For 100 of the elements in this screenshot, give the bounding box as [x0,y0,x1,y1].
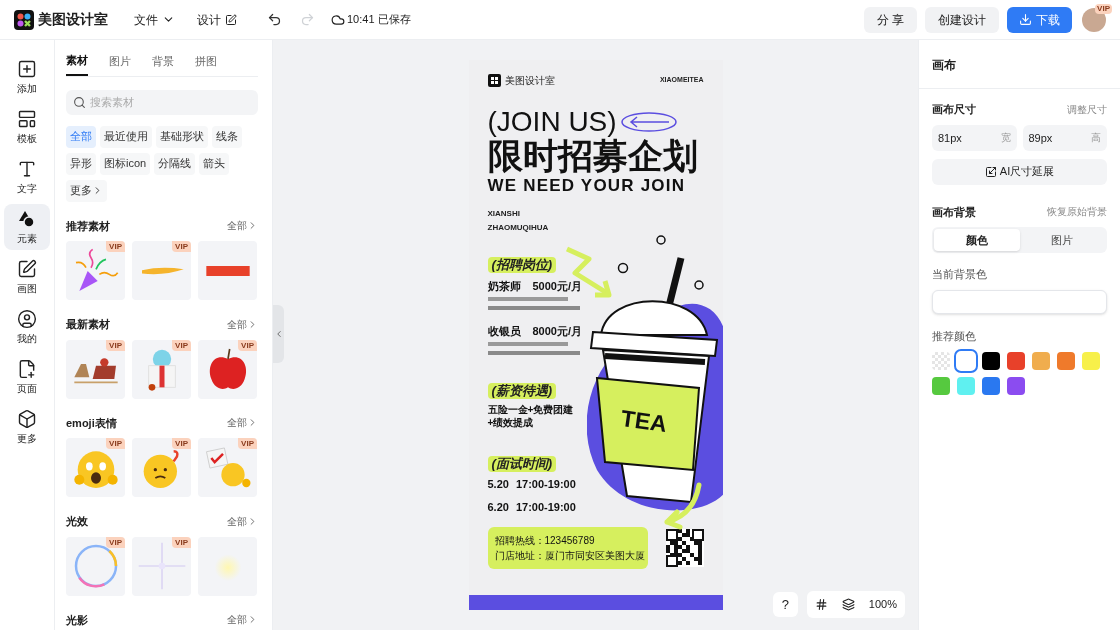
grid-icon[interactable] [814,598,828,611]
rail-item[interactable]: 页面 [4,354,50,400]
panel-tab[interactable]: 拼图 [195,52,217,76]
sticker-thumbnail[interactable]: VIP [198,438,257,497]
color-swatch[interactable] [957,352,975,370]
job-title: 收银员 [487,324,521,338]
logo-icon [487,74,501,87]
benefit-text: +绩效提成 [487,416,534,429]
color-swatch[interactable] [1057,352,1075,370]
see-all-link[interactable]: 全部 [227,415,258,431]
rail-item[interactable]: 元素 [4,204,50,250]
filter-chip[interactable]: 分隔线 [154,152,196,175]
rail-item[interactable]: 模板 [4,104,50,150]
poster-brand: 美图设计室 [504,74,555,88]
vip-badge: VIP [172,241,191,252]
panel-tab[interactable]: 素材 [66,52,88,76]
download-button[interactable]: 下载 [1007,6,1072,33]
brush-stroke-drawing [141,267,184,274]
panel-tab[interactable]: 背景 [152,52,174,76]
user-icon [17,308,37,329]
color-swatch[interactable] [982,377,1000,395]
template-icon [17,108,37,129]
vip-badge: VIP [106,241,125,252]
sticker-thumbnail[interactable]: VIP [66,339,125,399]
sticker-thumbnail[interactable]: VIP [132,241,191,300]
sticker-thumbnail[interactable]: VIP [132,339,191,399]
vip-badge: VIP [1095,3,1112,14]
unit-label: 宽 [1000,130,1011,145]
filter-chip[interactable]: 图标icon [100,152,151,175]
color-swatch[interactable] [932,377,950,395]
rail-item[interactable]: 画图 [4,254,50,300]
color-field[interactable] [932,289,1107,314]
menu-button[interactable]: 设计 [197,10,237,29]
transparent-swatch[interactable] [932,352,950,370]
add-icon [17,58,37,79]
poster-subtitle: WE NEED YOUR JOIN [487,175,687,197]
see-all-link[interactable]: 全部 [227,612,258,628]
resize-link[interactable]: 调整尺寸 [1067,101,1107,117]
vip-badge: VIP [106,536,125,548]
sticker-thumbnail[interactable]: VIP [198,339,257,399]
layers-icon[interactable] [841,598,855,611]
share-button[interactable]: 分 享 [863,6,917,33]
interview-time: 17:00-19:00 [515,500,576,514]
color-swatch[interactable] [1007,377,1025,395]
filter-chip[interactable]: 最近使用 [100,125,152,148]
unit-label: 高 [1091,130,1101,145]
filter-chip[interactable]: 箭头 [199,152,230,175]
page-add-icon [17,358,37,379]
undo-button[interactable] [267,12,282,27]
section-title: 推荐素材 [66,218,110,234]
create-design-button[interactable]: 创建设计 [925,6,999,33]
segment-tab[interactable]: 图片 [1019,229,1105,251]
sticker-thumbnail[interactable] [198,536,257,596]
color-swatch[interactable] [1082,352,1100,370]
rail-item[interactable]: 更多 [4,404,50,450]
collapse-handle[interactable] [273,305,284,363]
vip-badge: VIP [238,339,257,351]
app-logo-icon [14,9,34,30]
see-all-link[interactable]: 全部 [227,218,258,234]
menu-button[interactable]: 文件 [134,10,175,29]
sticker-thumbnail[interactable]: VIP [66,536,125,596]
search-icon [73,95,86,109]
sticker-thumbnail[interactable]: VIP [132,438,191,497]
rail-item[interactable]: 添加 [4,54,50,100]
color-swatch[interactable] [1032,352,1050,370]
rail-item[interactable]: 我的 [4,304,50,350]
filter-chip[interactable]: 更多 [66,179,107,202]
color-swatch[interactable] [957,377,975,395]
section-title: 光影 [66,612,88,628]
color-swatch[interactable] [1007,352,1025,370]
panel-tab[interactable]: 图片 [109,52,131,76]
sticker-thumbnail[interactable]: VIP [66,241,125,300]
vip-badge: VIP [172,438,191,449]
benefit-text: 五险一金+免费团建 [487,403,574,416]
filter-chip[interactable]: 全部 [66,125,96,148]
resize-icon [984,165,997,178]
apple-drawing [209,348,246,389]
ai-resize-button[interactable]: AI尺寸延展 [932,158,1107,185]
help-button[interactable]: ? [772,592,798,617]
search-field[interactable]: 搜索素材 [66,89,258,115]
see-all-link[interactable]: 全部 [227,316,258,332]
see-all-link[interactable]: 全部 [227,513,258,529]
zoom-level[interactable]: 100% [868,596,897,613]
color-swatch[interactable] [982,352,1000,370]
job-pay: 8000元/月 [532,324,583,338]
sticker-thumbnail[interactable] [198,241,257,300]
segment-tab[interactable]: 颜色 [934,229,1020,251]
filter-chip[interactable]: 异形 [66,152,96,175]
emoji-with-sign-drawing [205,447,250,487]
field-label: 画布背景 [932,204,976,220]
party-popper-drawing [74,248,118,291]
emoji-face-drawing [73,450,118,488]
section-title: emoji表情 [66,415,117,431]
emoji-face-drawing [143,449,179,488]
sticker-thumbnail[interactable]: VIP [66,438,125,497]
filter-chip[interactable]: 线条 [212,125,242,148]
reset-background-link[interactable]: 恢复原始背景 [1047,204,1107,220]
filter-chip[interactable]: 基础形状 [156,125,208,148]
rail-item[interactable]: 文字 [4,154,50,200]
sticker-thumbnail[interactable]: VIP [132,536,191,596]
